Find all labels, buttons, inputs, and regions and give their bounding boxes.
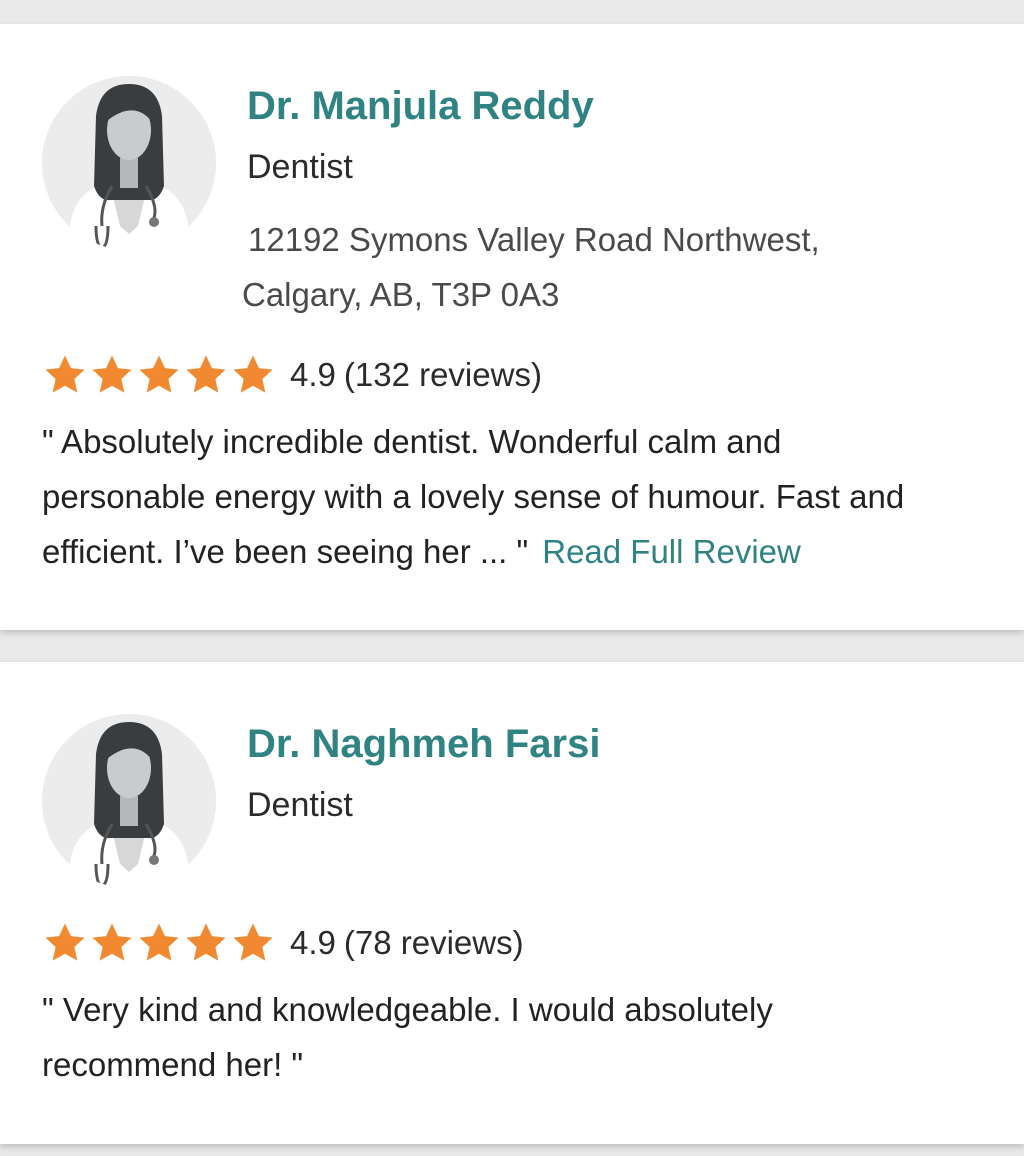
rating-row: 4.9 (132 reviews): [42, 352, 542, 398]
doctor-card[interactable]: Dr. Naghmeh Farsi Dentist 4.9 (78 reviews…: [0, 662, 1024, 1144]
review-excerpt: " Very kind and knowledgeable. I would a…: [42, 982, 1002, 1092]
doctor-female-avatar-icon[interactable]: [42, 714, 216, 888]
star-icon: [186, 923, 226, 961]
star-icon: [233, 355, 273, 393]
rating-summary: 4.9 (132 reviews): [290, 356, 542, 394]
star-rating: [42, 352, 276, 398]
star-icon: [92, 923, 132, 961]
star-icon: [45, 355, 85, 393]
address-line-2: Calgary, AB, T3P 0A3: [242, 276, 560, 313]
review-line: " Very kind and knowledgeable. I would a…: [42, 991, 773, 1028]
review-line: " Absolutely incredible dentist. Wonderf…: [42, 423, 782, 460]
star-icon: [186, 355, 226, 393]
doctor-name-link[interactable]: Dr. Manjula Reddy: [247, 84, 594, 129]
rating-row: 4.9 (78 reviews): [42, 920, 524, 966]
star-icon: [139, 923, 179, 961]
doctor-female-avatar-icon[interactable]: [42, 76, 216, 250]
rating-value: 4.9: [290, 924, 336, 961]
rating-summary: 4.9 (78 reviews): [290, 924, 524, 962]
read-full-review-link[interactable]: Read Full Review: [542, 533, 801, 570]
doctor-card[interactable]: Dr. Manjula Reddy Dentist 12192 Symons V…: [0, 24, 1024, 630]
star-icon: [233, 923, 273, 961]
review-count: (78 reviews): [343, 924, 524, 961]
doctor-list: Dr. Manjula Reddy Dentist 12192 Symons V…: [0, 0, 1024, 1156]
star-icon: [45, 923, 85, 961]
review-line: efficient. I’ve been seeing her ... " Rea…: [42, 524, 1002, 579]
review-excerpt: " Absolutely incredible dentist. Wonderf…: [42, 414, 1002, 579]
review-line-text: efficient. I’ve been seeing her ... ": [42, 533, 529, 570]
doctor-name-link[interactable]: Dr. Naghmeh Farsi: [247, 722, 600, 767]
review-line: personable energy with a lovely sense of…: [42, 478, 905, 515]
address-line-1: 12192 Symons Valley Road Northwest,: [248, 221, 820, 258]
rating-value: 4.9: [290, 356, 336, 393]
doctor-specialty: Dentist: [247, 148, 353, 186]
doctor-specialty: Dentist: [247, 786, 353, 824]
star-icon: [92, 355, 132, 393]
review-count: (132 reviews): [343, 356, 542, 393]
review-line: recommend her! ": [42, 1046, 304, 1083]
star-icon: [139, 355, 179, 393]
doctor-address: 12192 Symons Valley Road Northwest, Calg…: [242, 212, 942, 322]
star-rating: [42, 920, 276, 966]
